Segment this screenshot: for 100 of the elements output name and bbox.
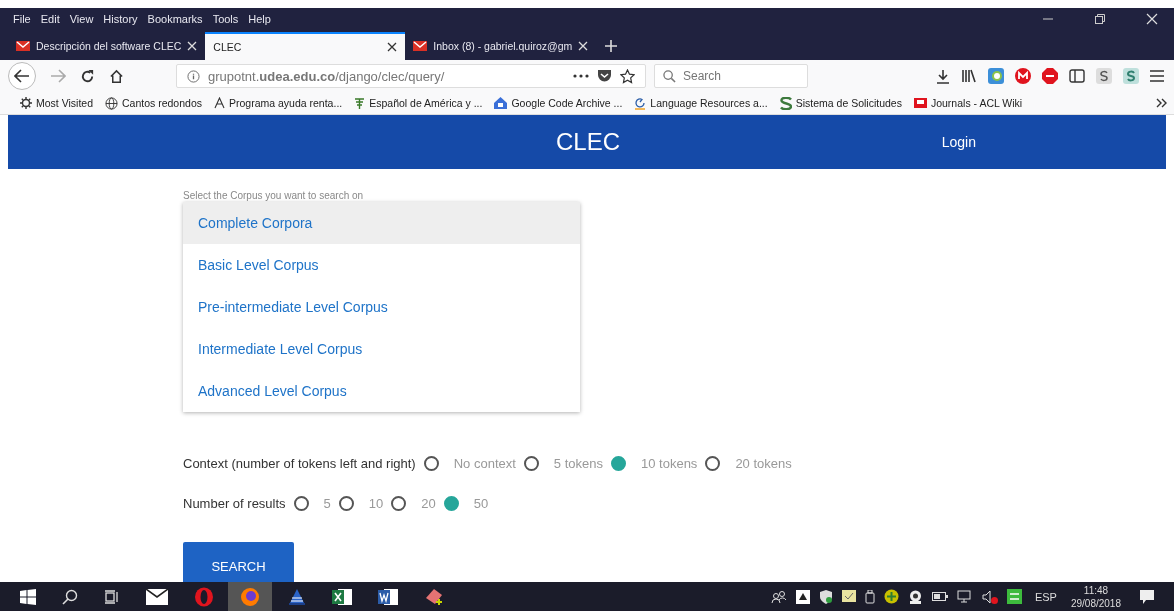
bookmark-item[interactable]: Cantos redondos <box>105 96 202 110</box>
language-indicator[interactable]: ESP <box>1034 590 1057 603</box>
shield-icon[interactable] <box>818 589 833 604</box>
browser-tab[interactable]: Inbox (8) - gabriel.quiroz@gm <box>405 32 597 60</box>
radio-button[interactable] <box>338 495 354 511</box>
s-logo-icon <box>779 96 792 110</box>
muted-speaker-icon[interactable] <box>981 589 998 604</box>
menu-item[interactable]: Edit <box>39 13 61 25</box>
tab-title: CLEC <box>213 41 243 53</box>
pocket-icon[interactable] <box>597 69 612 83</box>
results-label: Number of results <box>183 495 286 511</box>
bookmark-label: Most Visited <box>36 97 93 109</box>
corpus-option[interactable]: Pre-intermediate Level Corpus <box>183 286 580 328</box>
radio-label: No context <box>453 455 516 471</box>
document-icon[interactable] <box>378 587 398 606</box>
new-tab-icon[interactable] <box>604 39 619 53</box>
home-icon[interactable] <box>109 68 124 84</box>
extension-icon[interactable] <box>988 68 1004 84</box>
address-bar[interactable]: grupotnt.udea.edu.co/django/clec/query/ <box>176 64 646 88</box>
search-button[interactable]: SEARCH <box>183 542 294 582</box>
radio-button[interactable] <box>423 455 439 471</box>
flag-icon <box>913 98 927 108</box>
menu-icon[interactable] <box>1150 70 1164 82</box>
sidebar-icon[interactable] <box>1069 69 1085 83</box>
menu-item[interactable]: Bookmarks <box>146 13 204 25</box>
mail-icon[interactable] <box>146 588 168 605</box>
radio-label: 20 <box>421 495 436 511</box>
radio-button[interactable] <box>443 495 459 511</box>
corpus-option[interactable]: Advanced Level Corpus <box>183 370 580 412</box>
radio-button[interactable] <box>705 455 721 471</box>
menu-item[interactable]: View <box>68 13 95 25</box>
firefox-icon[interactable] <box>240 586 260 607</box>
back-button[interactable] <box>8 62 36 90</box>
radio-button[interactable] <box>611 455 626 471</box>
spreadsheet-icon[interactable] <box>332 587 352 606</box>
clock[interactable]: 11:48 29/08/2018 <box>1070 583 1121 610</box>
tab-title: Descripción del software CLEC <box>36 40 182 52</box>
radio-label: 10 tokens <box>641 455 698 471</box>
tab-title: Inbox (8) - gabriel.quiroz@gm <box>433 40 573 52</box>
windows-icon[interactable] <box>20 588 36 605</box>
context-label: Context (number of tokens left and right) <box>183 455 416 471</box>
house-icon <box>494 97 508 109</box>
corpus-option[interactable]: Basic Level Corpus <box>183 244 580 286</box>
menu-item[interactable]: Tools <box>211 13 240 25</box>
mail-icon <box>16 41 30 51</box>
extension-icon[interactable] <box>1123 68 1139 84</box>
tray-app-icon[interactable] <box>841 589 856 604</box>
tray-app-icon[interactable] <box>1006 589 1022 604</box>
reload-icon[interactable] <box>80 68 95 84</box>
bookmark-item[interactable]: Journals - ACL Wiki <box>913 97 1023 109</box>
radio-button[interactable] <box>293 495 309 511</box>
bookmark-item[interactable]: Language Resources a... <box>634 96 768 110</box>
mail-icon <box>413 41 428 51</box>
menu-item[interactable]: History <box>102 13 139 25</box>
plus-circle-icon[interactable] <box>883 589 899 604</box>
radio-button[interactable] <box>391 495 407 511</box>
more-icon[interactable] <box>573 74 589 78</box>
library-icon[interactable] <box>961 69 977 83</box>
browser-tab[interactable]: Descripción del software CLEC <box>8 32 206 60</box>
extension-icon[interactable] <box>1096 68 1112 84</box>
login-link[interactable]: Login <box>941 134 976 150</box>
browser-tab[interactable]: CLEC <box>205 32 406 60</box>
bookmark-label: Journals - ACL Wiki <box>930 97 1023 109</box>
radio-button[interactable] <box>523 455 539 471</box>
info-icon <box>187 69 200 83</box>
star-icon[interactable] <box>620 68 635 84</box>
radio-label: 5 tokens <box>553 455 603 471</box>
radio-label: 20 tokens <box>735 455 792 471</box>
search-field[interactable]: Search <box>654 64 808 88</box>
search-icon[interactable] <box>62 588 78 605</box>
bookmark-label: Sistema de Solicitudes <box>795 97 902 109</box>
eraser-icon[interactable] <box>424 587 444 606</box>
restore-icon[interactable] <box>1094 13 1106 25</box>
download-icon[interactable] <box>936 68 950 84</box>
chevron-icon[interactable] <box>1156 98 1168 108</box>
corpus-option[interactable]: Complete Corpora <box>183 202 580 244</box>
menu-item[interactable]: File <box>12 13 32 25</box>
bookmark-item[interactable]: Most Visited <box>20 97 93 109</box>
network-icon[interactable] <box>956 589 973 604</box>
bookmark-item[interactable]: Sistema de Solicitudes <box>779 96 902 110</box>
corpus-label: Select the Corpus you want to search on <box>183 190 364 202</box>
close-icon[interactable] <box>387 42 398 52</box>
swirl-icon <box>634 96 647 110</box>
people-icon[interactable] <box>770 589 787 604</box>
adblock-icon[interactable] <box>1042 68 1058 84</box>
extension-icon[interactable] <box>1015 68 1031 84</box>
gear-icon <box>20 97 32 109</box>
notification-icon[interactable] <box>1139 588 1155 605</box>
opera-icon[interactable] <box>194 586 214 607</box>
corpus-option[interactable]: Intermediate Level Corpus <box>183 328 580 370</box>
battery-icon[interactable] <box>931 592 948 601</box>
serif-a-icon <box>214 97 225 109</box>
webcam-icon[interactable] <box>907 589 923 604</box>
globe-icon <box>105 96 118 110</box>
cone-icon[interactable] <box>288 587 306 606</box>
drive-icon[interactable] <box>795 589 810 604</box>
menu-item[interactable]: Help <box>247 13 272 25</box>
plant-icon <box>354 97 366 109</box>
usb-icon[interactable] <box>864 589 875 604</box>
task-view-icon[interactable] <box>104 588 120 605</box>
